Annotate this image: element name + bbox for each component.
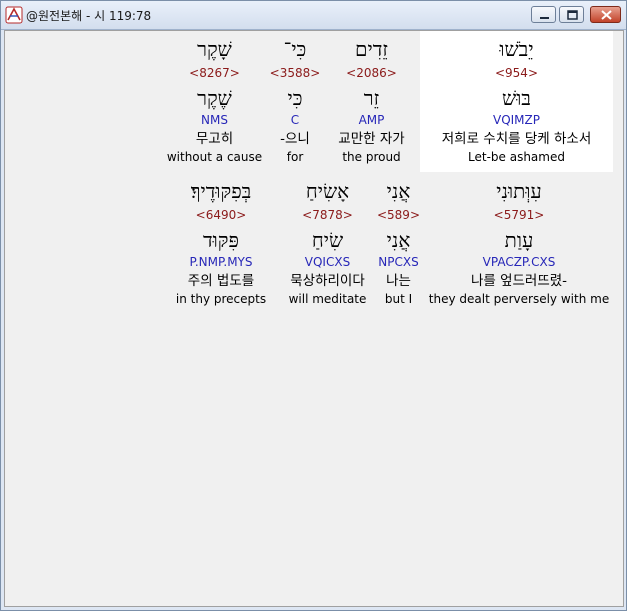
english-gloss: without a cause	[166, 150, 263, 164]
hebrew-word: יֵבֹשׁוּ	[499, 37, 534, 61]
korean-gloss: -으니	[280, 131, 310, 147]
english-gloss: for	[286, 150, 304, 164]
minimize-icon	[540, 17, 549, 19]
hebrew-word: אָשִׂיחַ	[305, 179, 350, 203]
strong-number[interactable]: <589>	[375, 208, 422, 222]
verse-content-area[interactable]: שָׁקֶר <8267> שֶׁקֶר NMS 무고히 without a c…	[4, 30, 624, 607]
hebrew-word: אֲנִי	[386, 179, 411, 203]
word-card[interactable]: שָׁקֶר <8267> שֶׁקֶר NMS 무고히 without a c…	[162, 31, 267, 171]
app-window: @원전본해 - 시 119:78 שָׁקֶר <8267> שֶׁקֶר NM…	[0, 0, 627, 611]
korean-gloss: 나는	[386, 273, 411, 289]
hebrew-word: זֵדִים	[355, 37, 388, 61]
strong-number[interactable]: <7878>	[280, 208, 375, 222]
hebrew-word: כִּי־	[283, 37, 307, 61]
window-title: @원전본해 - 시 119:78	[26, 9, 152, 23]
strong-number[interactable]: <2086>	[323, 66, 420, 80]
word-card-selected[interactable]: יֵבֹשׁוּ <954> בּוּשׁ VQIMZP 저희로 수치를 당케 …	[420, 31, 613, 171]
korean-gloss: 묵상하리이다	[290, 273, 365, 289]
hebrew-lemma: עָוַת	[504, 228, 534, 252]
close-button[interactable]	[590, 6, 621, 23]
hebrew-lemma: כִּי	[287, 86, 303, 110]
hebrew-lemma: פִּקּוּד	[203, 228, 239, 252]
hebrew-lemma: שֶׁקֶר	[197, 86, 232, 110]
hebrew-word: שָׁקֶר	[197, 37, 232, 61]
hebrew-lemma: שִׂיחַ	[311, 228, 344, 252]
word-card[interactable]: כִּי־ <3588> כִּי C -으니 for	[267, 31, 323, 171]
word-card[interactable]: בְּפִקּוּדֶיךָ׃ <6490> פִּקּוּד P.NMP.MY…	[162, 173, 280, 313]
strong-number[interactable]: <3588>	[267, 66, 323, 80]
korean-gloss: 무고히	[195, 131, 234, 147]
morph-code: NPCXS	[378, 255, 419, 269]
strong-number[interactable]: <5791>	[428, 208, 610, 222]
word-card[interactable]: זֵדִים <2086> זֵר AMP 교만한 자가 the proud	[323, 31, 420, 171]
english-gloss: but I	[384, 292, 413, 306]
korean-gloss: 주의 법도를	[187, 273, 255, 289]
english-gloss: they dealt perversely with me	[428, 292, 610, 306]
morph-code: VQICXS	[304, 255, 351, 269]
app-logo-icon	[5, 6, 23, 24]
hebrew-lemma: זֵר	[363, 86, 380, 110]
maximize-icon	[567, 10, 578, 20]
hebrew-word: עִוְּתוּנִי	[496, 179, 542, 203]
word-card[interactable]: עִוְּתוּנִי <5791> עָוַת VPACZP.CXS 나를 엎…	[428, 173, 610, 313]
english-gloss: will meditate	[288, 292, 367, 306]
morph-code: C	[290, 113, 300, 127]
hebrew-lemma: אֲנִי	[386, 228, 411, 252]
hebrew-lemma: בּוּשׁ	[502, 86, 531, 110]
strong-number[interactable]: <6490>	[162, 208, 280, 222]
maximize-button[interactable]	[559, 6, 584, 23]
korean-gloss: 저희로 수치를 당케 하소서	[441, 131, 592, 147]
morph-code: VPACZP.CXS	[482, 255, 556, 269]
strong-number[interactable]: <954>	[420, 66, 613, 80]
minimize-button[interactable]	[531, 6, 556, 23]
english-gloss: in thy precepts	[175, 292, 267, 306]
morph-code: NMS	[201, 113, 228, 127]
word-card[interactable]: אֲנִי <589> אֲנִי NPCXS 나는 but I	[375, 173, 422, 313]
korean-gloss: 나를 엎드러뜨렸-	[470, 273, 568, 289]
english-gloss: the proud	[342, 150, 401, 164]
word-card[interactable]: אָשִׂיחַ <7878> שִׂיחַ VQICXS 묵상하리이다 wil…	[280, 173, 375, 313]
morph-code: AMP	[358, 113, 385, 127]
strong-number[interactable]: <8267>	[162, 66, 267, 80]
morph-code: P.NMP.MYS	[189, 255, 253, 269]
close-icon	[601, 10, 612, 20]
english-gloss: Let-be ashamed	[468, 150, 565, 164]
hebrew-word: בְּפִקּוּדֶיךָ׃	[190, 179, 252, 203]
korean-gloss: 교만한 자가	[338, 131, 405, 147]
title-bar[interactable]: @원전본해 - 시 119:78	[1, 1, 626, 30]
morph-code: VQIMZP	[492, 113, 540, 127]
